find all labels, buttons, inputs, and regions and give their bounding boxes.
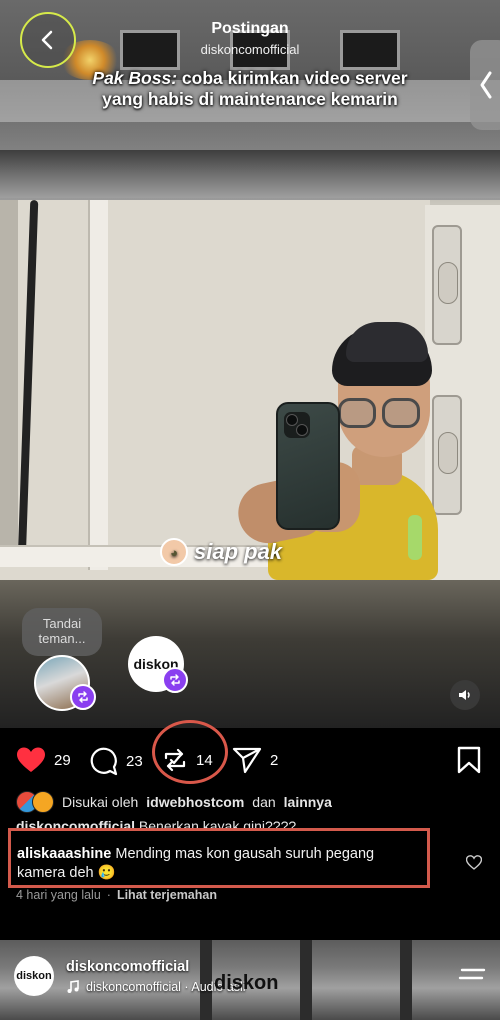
avatar <box>32 791 54 813</box>
video-caption: Pak Boss: coba kirimkan video server yan… <box>70 68 430 110</box>
liked-by-line[interactable]: Disukai oleh idwebhostcom dan lainnya <box>16 791 332 813</box>
liked-by-connector: dan <box>252 794 276 810</box>
like-count: 29 <box>54 751 71 769</box>
liker-avatars <box>16 791 54 813</box>
person-cap <box>346 322 428 362</box>
wall-socket <box>432 395 462 515</box>
music-icon <box>67 980 79 993</box>
repost-icon <box>170 674 180 686</box>
see-translation-link[interactable]: Lihat terjemahan <box>117 888 217 902</box>
action-bar: 29 23 14 2 <box>0 738 500 782</box>
chevron-left-icon <box>480 71 492 99</box>
next-post-logo: diskon <box>214 972 279 994</box>
comment-like-button[interactable] <box>465 855 483 875</box>
rack-rail <box>0 150 500 198</box>
next-post-username[interactable]: diskoncomofficial <box>66 959 189 975</box>
wall-socket <box>432 225 462 345</box>
next-avatar-logo: diskon <box>16 970 52 982</box>
header-username[interactable]: diskoncomofficial <box>0 42 500 57</box>
wristband <box>408 515 422 560</box>
background-stripe <box>400 940 412 1020</box>
page-title: Postingan <box>211 20 289 37</box>
repost-badge <box>162 667 188 693</box>
side-panel-handle[interactable] <box>470 40 500 130</box>
repost-badge <box>70 684 96 710</box>
comment-button[interactable]: 23 <box>88 746 143 776</box>
heart-icon <box>465 855 483 870</box>
meta-separator: · <box>106 888 111 902</box>
like-button[interactable]: 29 <box>16 746 71 774</box>
menu-icon <box>458 968 486 980</box>
sticker-text: siap pak <box>194 539 283 564</box>
volume-icon <box>459 690 470 700</box>
share-button[interactable]: 2 <box>232 746 278 774</box>
volume-button[interactable] <box>450 680 480 710</box>
comment-count: 23 <box>126 752 143 770</box>
highlight-circle <box>152 720 228 784</box>
tag-friends-bubble[interactable]: Tandai teman... <box>22 608 102 664</box>
bookmark-icon <box>457 746 481 774</box>
liked-by-user[interactable]: idwebhostcom <box>146 794 244 810</box>
background-stripe <box>300 940 312 1020</box>
send-icon <box>232 747 262 774</box>
liked-by-others[interactable]: lainnya <box>284 794 332 810</box>
highlighted-comment: aliskaaashine Mending mas kon gausah sur… <box>8 828 430 888</box>
heart-icon <box>17 747 45 772</box>
comment-time: 4 hari yang lalu <box>16 888 101 902</box>
menu-button[interactable] <box>458 966 486 993</box>
comment-meta: 4 hari yang lalu · Lihat terjemahan <box>16 888 217 902</box>
repost-icon <box>78 691 88 703</box>
share-count: 2 <box>270 751 279 769</box>
wall-edge <box>0 200 18 560</box>
bracket <box>88 200 108 570</box>
comment-icon <box>90 747 118 776</box>
caption-speaker: Pak Boss: <box>92 68 178 88</box>
person-gesture-icon: ◕ <box>160 538 188 566</box>
smartphone <box>276 402 340 530</box>
liked-by-prefix: Disukai oleh <box>62 794 139 810</box>
comment-username[interactable]: aliskaaashine <box>17 846 111 862</box>
text-sticker: ◕ siap pak <box>160 536 282 568</box>
person-glasses <box>338 398 422 432</box>
save-button[interactable] <box>456 746 482 774</box>
next-post-avatar[interactable]: diskon <box>14 956 54 996</box>
